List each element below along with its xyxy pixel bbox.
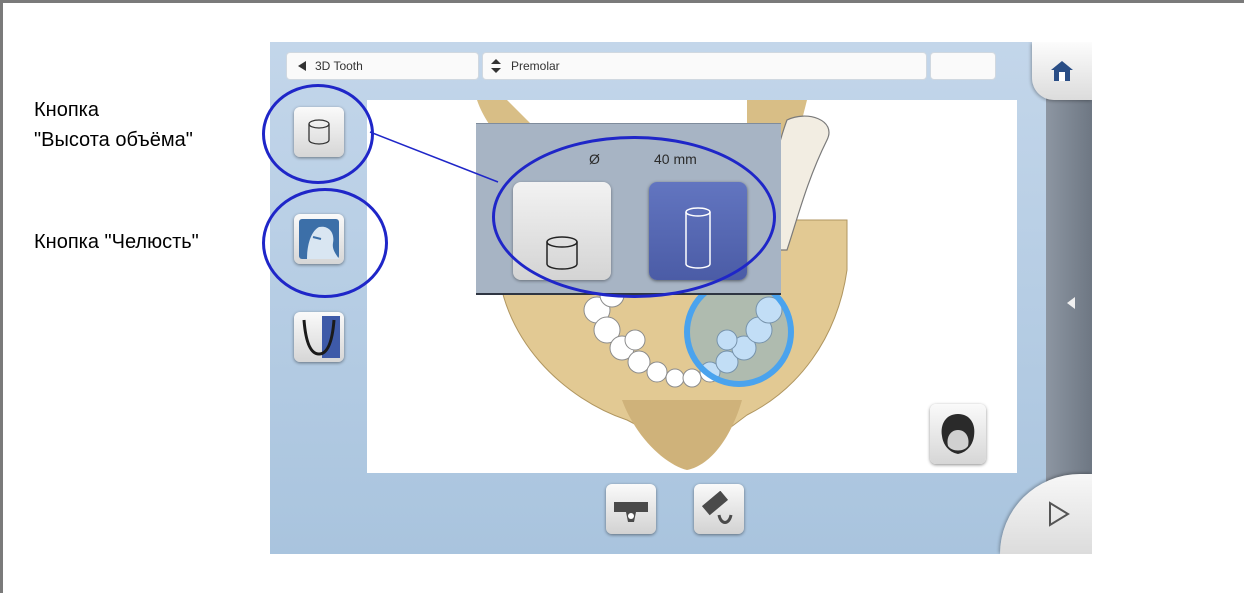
jaw-callout-ring bbox=[262, 188, 388, 298]
popup-callout-ring bbox=[492, 136, 776, 298]
volume-height-callout-ring bbox=[262, 84, 374, 184]
